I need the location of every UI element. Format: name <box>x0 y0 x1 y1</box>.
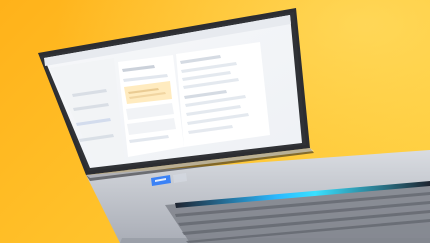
laptop-scene <box>38 8 430 243</box>
